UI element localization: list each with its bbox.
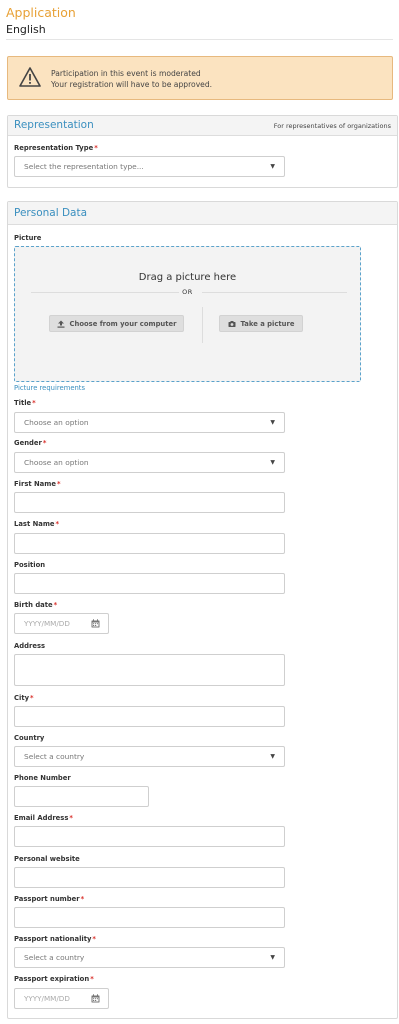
calendar-icon — [91, 994, 100, 1003]
personal-data-title: Personal Data — [14, 207, 88, 219]
dropzone-title: Drag a picture here — [138, 272, 237, 283]
personal-data-header: Personal Data — [8, 202, 397, 225]
gender-select[interactable]: Choose an option ▼ — [14, 452, 285, 473]
birth-date-field[interactable]: YYYY/MM/DD — [14, 613, 109, 634]
representation-title: Representation — [14, 119, 94, 131]
position-label: Position — [14, 561, 46, 569]
warning-icon — [19, 67, 41, 87]
chevron-down-icon: ▼ — [270, 163, 275, 170]
last-name-label: Last Name* — [14, 520, 60, 528]
gender-label: Gender* — [14, 439, 47, 447]
personal-data-panel: Personal Data Picture Drag a picture her… — [7, 201, 398, 1019]
phone-number-field[interactable] — [14, 786, 149, 807]
picture-label: Picture — [14, 234, 42, 242]
chevron-down-icon: ▼ — [270, 459, 275, 466]
email-address-label: Email Address* — [14, 814, 73, 822]
alert-line-1: Participation in this event is moderated — [51, 69, 201, 78]
phone-number-label: Phone Number — [14, 774, 71, 782]
birth-date-label: Birth date* — [14, 601, 58, 609]
choose-from-computer-button[interactable]: Choose from your computer — [49, 315, 184, 332]
representation-panel: Representation For representatives of or… — [7, 115, 398, 188]
language-label: English — [6, 23, 46, 36]
country-select[interactable]: Select a country ▼ — [14, 746, 285, 767]
title-select[interactable]: Choose an option ▼ — [14, 412, 285, 433]
personal-website-field[interactable] — [14, 867, 285, 888]
take-picture-button[interactable]: Take a picture — [219, 315, 303, 332]
chevron-down-icon: ▼ — [270, 753, 275, 760]
chevron-down-icon: ▼ — [270, 419, 275, 426]
header-divider — [6, 39, 393, 40]
address-label: Address — [14, 642, 46, 650]
alert-line-2: Your registration will have to be approv… — [51, 80, 213, 89]
picture-requirements-link[interactable]: Picture requirements — [14, 384, 85, 392]
page-title: Application — [6, 5, 76, 20]
address-field[interactable] — [14, 654, 285, 686]
passport-number-field[interactable] — [14, 907, 285, 928]
email-address-field[interactable] — [14, 826, 285, 847]
representation-hint: For representatives of organizations — [273, 122, 391, 130]
passport-nationality-select[interactable]: Select a country ▼ — [14, 947, 285, 968]
passport-number-label: Passport number* — [14, 895, 85, 903]
first-name-label: First Name* — [14, 480, 61, 488]
title-label: Title* — [14, 399, 36, 407]
calendar-icon — [91, 619, 100, 628]
city-label: City* — [14, 694, 34, 702]
country-label: Country — [14, 734, 45, 742]
dropzone-vertical-divider — [202, 307, 203, 343]
passport-expiration-field[interactable]: YYYY/MM/DD — [14, 988, 109, 1009]
representation-type-label: Representation Type* — [14, 144, 98, 152]
chevron-down-icon: ▼ — [270, 954, 275, 961]
upload-icon — [57, 320, 65, 328]
representation-type-select[interactable]: Select the representation type... ▼ — [14, 156, 285, 177]
personal-website-label: Personal website — [14, 855, 80, 863]
representation-header: Representation For representatives of or… — [8, 116, 397, 136]
passport-nationality-label: Passport nationality* — [14, 935, 96, 943]
last-name-field[interactable] — [14, 533, 285, 554]
position-field[interactable] — [14, 573, 285, 594]
first-name-field[interactable] — [14, 492, 285, 513]
dropzone-divider-right — [202, 292, 347, 293]
picture-dropzone[interactable]: Drag a picture here OR Choose from your … — [14, 246, 361, 382]
passport-expiration-label: Passport expiration* — [14, 975, 94, 983]
city-field[interactable] — [14, 706, 285, 727]
camera-icon — [228, 320, 236, 327]
moderation-alert: Participation in this event is moderated… — [7, 56, 393, 100]
